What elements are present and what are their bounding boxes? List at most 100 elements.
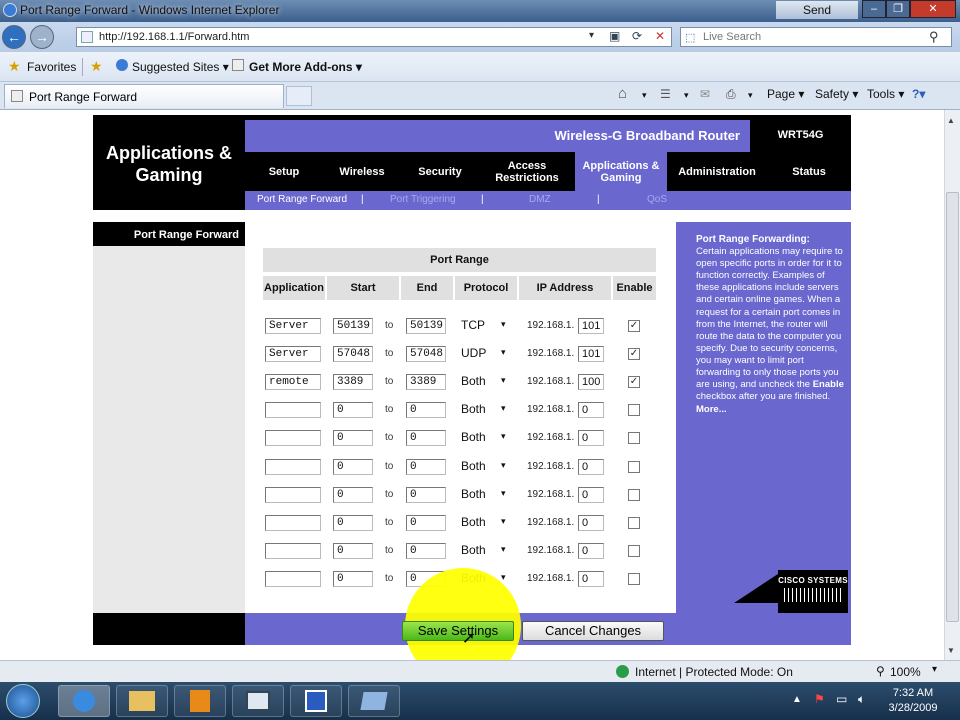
application-field[interactable] [265, 458, 321, 475]
vertical-scrollbar[interactable]: ▲ ▼ [944, 110, 960, 660]
application-field[interactable] [265, 542, 321, 559]
get-addons-link[interactable]: Get More Add-ons ▾ [249, 60, 362, 74]
network-icon[interactable]: ▭ [836, 692, 847, 706]
start-port-field[interactable]: 3389 [333, 374, 373, 391]
save-settings-button[interactable]: Save Settings [402, 621, 514, 641]
subtab-qos[interactable]: QoS [647, 194, 667, 205]
scroll-down-icon[interactable]: ▼ [947, 646, 955, 655]
enable-checkbox[interactable]: ✓ [628, 376, 640, 389]
tools-menu[interactable]: Tools ▾ [867, 87, 904, 101]
tab-access-restrictions[interactable]: Access Restrictions [479, 152, 575, 191]
end-port-field[interactable]: 0 [406, 430, 446, 447]
start-port-field[interactable]: 0 [333, 458, 373, 475]
tab-setup[interactable]: Setup [245, 152, 323, 191]
compat-view-icon[interactable]: ▣ [609, 29, 620, 43]
help-icon[interactable]: ?▾ [912, 87, 925, 101]
protocol-select[interactable]: Both ▾ [461, 543, 511, 559]
help-more-link[interactable]: More... [696, 404, 846, 416]
application-field[interactable] [265, 430, 321, 447]
browser-tab[interactable]: Port Range Forward [4, 84, 284, 108]
protocol-select[interactable]: Both ▾ [461, 487, 511, 503]
tab-status[interactable]: Status [767, 152, 851, 191]
protocol-select[interactable]: UDP ▾ [461, 346, 511, 362]
start-port-field[interactable]: 0 [333, 514, 373, 531]
subtab-port-range-forward[interactable]: Port Range Forward [257, 194, 347, 205]
enable-checkbox[interactable] [628, 516, 640, 529]
enable-checkbox[interactable] [628, 432, 640, 445]
protocol-select[interactable]: Both ▾ [461, 515, 511, 531]
refresh-icon[interactable]: ⟳ [632, 29, 642, 43]
add-favorite-icon[interactable]: ★ [90, 58, 103, 75]
end-port-field[interactable]: 57048 [406, 346, 446, 363]
start-port-field[interactable]: 50139 [333, 318, 373, 334]
application-field[interactable] [265, 570, 321, 587]
protocol-select[interactable]: Both ▾ [461, 459, 511, 475]
close-button[interactable]: ✕ [910, 0, 956, 18]
enable-checkbox[interactable] [628, 488, 640, 501]
application-field[interactable] [265, 402, 321, 419]
start-button[interactable] [6, 684, 40, 718]
end-port-field[interactable]: 0 [406, 402, 446, 419]
stop-icon[interactable]: ✕ [655, 29, 665, 43]
feeds-dropdown-icon[interactable]: ▾ [684, 90, 689, 101]
ip-last-octet-field[interactable]: 0 [578, 402, 604, 419]
page-menu[interactable]: Page ▾ [767, 87, 804, 101]
search-box[interactable]: ⬚ Live Search ⚲ [680, 27, 952, 47]
tab-administration[interactable]: Administration [667, 152, 767, 191]
protocol-select[interactable]: TCP ▾ [461, 318, 511, 334]
tab-wireless[interactable]: Wireless [323, 152, 401, 191]
home-dropdown-icon[interactable]: ▾ [642, 90, 647, 101]
ip-last-octet-field[interactable]: 0 [578, 542, 604, 559]
zoom-level[interactable]: 100% [890, 665, 921, 679]
taskbar-app-button[interactable] [232, 685, 284, 717]
application-field[interactable] [265, 486, 321, 503]
search-icon[interactable]: ⚲ [929, 29, 939, 45]
enable-checkbox[interactable] [628, 544, 640, 557]
enable-checkbox[interactable] [628, 572, 640, 585]
home-icon[interactable]: ⌂ [618, 85, 627, 102]
ip-last-octet-field[interactable]: 101 [578, 346, 604, 363]
subtab-dmz[interactable]: DMZ [529, 194, 551, 205]
send-feedback-button[interactable]: Send Feedback [776, 1, 858, 35]
start-port-field[interactable]: 0 [333, 542, 373, 559]
application-field[interactable]: Server [265, 318, 321, 334]
enable-checkbox[interactable]: ✓ [628, 348, 640, 361]
dropdown-icon[interactable]: ▾ [589, 30, 594, 41]
clock-time[interactable]: 7:32 AM [884, 687, 942, 699]
ip-last-octet-field[interactable]: 0 [578, 514, 604, 531]
protocol-select[interactable]: Both ▾ [461, 402, 511, 418]
application-field[interactable]: remote [265, 374, 321, 391]
enable-checkbox[interactable] [628, 460, 640, 473]
taskbar-media-button[interactable] [174, 685, 226, 717]
protocol-select[interactable]: Both ▾ [461, 430, 511, 446]
end-port-field[interactable]: 50139 [406, 318, 446, 334]
taskbar-app3-button[interactable] [348, 685, 400, 717]
favorites-button[interactable]: Favorites [27, 60, 76, 74]
maximize-button[interactable]: ❐ [886, 0, 910, 18]
tab-applications-gaming[interactable]: Applications & Gaming [575, 152, 667, 191]
print-icon[interactable]: ⎙ [726, 87, 736, 102]
safety-menu[interactable]: Safety ▾ [815, 87, 858, 101]
cancel-changes-button[interactable]: Cancel Changes [522, 621, 664, 641]
scroll-thumb[interactable] [946, 192, 959, 622]
ip-last-octet-field[interactable]: 0 [578, 430, 604, 447]
ip-last-octet-field[interactable]: 0 [578, 458, 604, 475]
mail-icon[interactable]: ✉ [700, 87, 710, 101]
scroll-up-icon[interactable]: ▲ [947, 116, 955, 125]
protocol-select[interactable]: Both ▾ [461, 374, 511, 390]
action-center-icon[interactable]: ⚑ [814, 692, 825, 706]
start-port-field[interactable]: 0 [333, 570, 373, 587]
ip-last-octet-field[interactable]: 0 [578, 486, 604, 503]
zoom-dropdown-icon[interactable]: ▾ [932, 664, 937, 675]
end-port-field[interactable]: 3389 [406, 374, 446, 391]
ip-last-octet-field[interactable]: 100 [578, 374, 604, 391]
start-port-field[interactable]: 0 [333, 430, 373, 447]
print-dropdown-icon[interactable]: ▾ [748, 90, 753, 101]
application-field[interactable] [265, 514, 321, 531]
ip-last-octet-field[interactable]: 101 [578, 318, 604, 334]
application-field[interactable]: Server [265, 346, 321, 363]
feeds-icon[interactable]: ☰ [660, 87, 671, 101]
minimize-button[interactable]: – [862, 0, 886, 18]
ip-last-octet-field[interactable]: 0 [578, 570, 604, 587]
taskbar-ie-button[interactable] [58, 685, 110, 717]
